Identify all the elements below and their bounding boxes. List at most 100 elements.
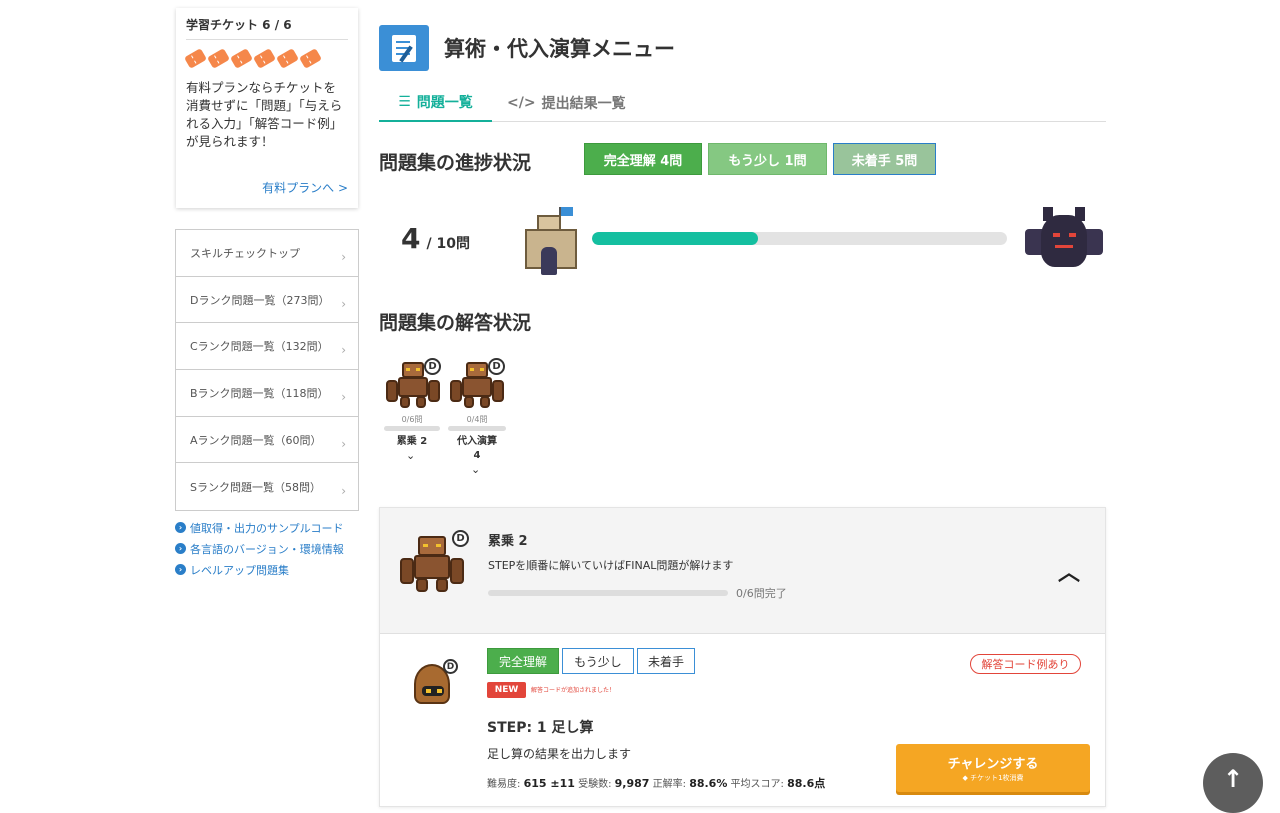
new-note: 解答コードが追加されました！ [531,687,616,694]
rank-d-badge: D [452,530,469,547]
arrow-circle-icon: › [175,564,186,575]
badge-untouched: 未着手 5問 [833,143,936,175]
ticket-icon [253,48,276,69]
castle-hero-image [519,207,583,277]
chevron-right-icon: › [341,249,346,264]
ticket-title: 学習チケット 6 / 6 [186,16,348,40]
chevron-right-icon: › [341,436,346,451]
nav-item-rank-b[interactable]: Bランク問題一覧（118問） › [176,370,358,417]
ticket-icon [184,48,207,69]
set-name-line1: 代入演算 [457,436,497,447]
stat-score-label: 平均スコア: [730,779,784,790]
ticket-note: 有料プランならチケットを消費せずに「問題」「与えられる入力」「解答コード例」が見… [186,80,343,149]
arrow-circle-icon: › [175,522,186,533]
chevron-up-icon[interactable]: ︿ [1054,556,1084,586]
status-complete-button[interactable]: 完全理解 [487,648,559,674]
nav-item-rank-a[interactable]: Aランク問題一覧（60問） › [176,417,358,464]
chevron-right-icon: › [341,296,346,311]
menu-notebook-icon [379,25,429,71]
nav-item-label: Sランク問題一覧（58問） [190,480,321,494]
arrow-circle-icon: › [175,543,186,554]
list-icon: ☰ [398,94,411,110]
set-progress-bar [384,426,440,431]
ticket-icon [299,48,322,69]
ticket-icons [184,48,348,69]
page-title: 算術・代入演算メニュー [444,37,675,61]
set-name[interactable]: 代入演算 4 [448,435,506,463]
status-almost-button[interactable]: もう少し [562,648,634,674]
tab-bar: ☰ 問題一覧 </> 提出結果一覧 [379,84,1106,122]
ticket-box: 学習チケット 6 / 6 有料プランならチケットを消費せずに「問題」「与えられる… [176,8,358,208]
answers-section-title: 問題集の解答状況 [379,312,532,334]
progress-done: 4 [401,222,421,255]
progress-bar [592,232,1007,245]
nav-item-label: Bランク問題一覧（118問） [190,386,329,400]
link-label: 値取得・出力のサンプルコード [190,521,344,535]
chevron-right-icon: › [341,389,346,404]
set-name[interactable]: 累乗 2 [384,435,440,449]
tab-results[interactable]: </> 提出結果一覧 [507,84,626,122]
stat-rate-label: 正解率: [652,779,686,790]
chevron-right-icon: › [341,343,346,358]
nav-item-rank-s[interactable]: Sランク問題一覧（58問） › [176,463,358,510]
challenge-ticket-note: ◆ チケット1枚消費 [962,774,1024,782]
rank-d-badge: D [424,358,441,375]
set-count: 0/4問 [466,415,488,424]
nav-item-rank-d[interactable]: Dランク問題一覧（273問） › [176,277,358,324]
demon-boss-image [1025,207,1103,271]
progress-bar-fill [592,232,758,245]
chevron-down-icon[interactable]: ⌄ [471,463,480,476]
link-levelup-problems[interactable]: › レベルアップ問題集 [175,559,344,580]
stat-difficulty: 615 ±11 [523,777,575,790]
status-untouched-button[interactable]: 未着手 [637,648,695,674]
step-title[interactable]: STEP: 1 足し算 [487,717,594,737]
code-icon: </> [507,95,536,111]
step-stats: 難易度: 615 ±11 受験数: 9,987 正解率: 88.6% 平均スコア… [487,775,825,791]
new-badge: NEW [487,682,526,698]
card-progress-text: 0/6問完了 [736,587,787,600]
challenge-label: チャレンジする [947,757,1039,772]
stat-takers: 9,987 [614,777,650,790]
link-label: レベルアップ問題集 [190,563,289,577]
rank-d-badge: D [488,358,505,375]
progress-section-title: 問題集の進捗状況 [379,152,532,174]
chevron-down-icon[interactable]: ⌄ [406,449,415,462]
stat-score: 88.6点 [787,777,826,790]
nav-item-label: スキルチェックトップ [190,246,300,260]
rank-nav: スキルチェックトップ › Dランク問題一覧（273問） › Cランク問題一覧（132… [175,229,359,512]
set-count: 0/6問 [401,415,423,424]
paid-plan-link[interactable]: 有料プランへ > [262,179,348,196]
set-name-line2: 4 [473,450,481,461]
link-label: 各言語のバージョン・環境情報 [190,542,344,556]
badge-almost: もう少し 1問 [708,143,827,175]
chevron-right-icon: › [341,483,346,498]
card-progress-bar [488,590,728,596]
ticket-icon [207,48,230,69]
tab-problems[interactable]: ☰ 問題一覧 [379,84,492,122]
progress-count: 4 / 10問 [401,222,470,255]
card-description: STEPを順番に解いていけばFINAL問題が解けます [488,559,734,572]
nav-item-label: Aランク問題一覧（60問） [190,433,322,447]
card-title: 累乗 2 [488,534,528,549]
link-language-versions[interactable]: › 各言語のバージョン・環境情報 [175,538,344,559]
tab-results-label: 提出結果一覧 [541,96,626,112]
progress-total: / 10問 [426,236,470,252]
nav-item-label: Dランク問題一覧（273問） [190,293,330,307]
ticket-icon [276,48,299,69]
scroll-to-top-button[interactable]: ↑ [1203,753,1263,813]
step-description: 足し算の結果を出力します [487,747,632,761]
tab-problems-label: 問題一覧 [416,95,473,111]
rank-d-badge: D [443,659,458,674]
badge-complete: 完全理解 4問 [584,143,702,175]
nav-item-rank-c[interactable]: Cランク問題一覧（132問） › [176,323,358,371]
stat-takers-label: 受験数: [578,779,612,790]
link-sample-code[interactable]: › 値取得・出力のサンプルコード [175,517,344,538]
challenge-button[interactable]: チャレンジする ◆ チケット1枚消費 [896,744,1090,792]
set-progress-bar [448,426,506,431]
help-links: › 値取得・出力のサンプルコード › 各言語のバージョン・環境情報 › レベルアップ問… [175,517,344,580]
nav-item-label: Cランク問題一覧（132問） [190,340,329,354]
stat-rate: 88.6% [689,777,728,790]
stat-difficulty-label: 難易度: [487,779,521,790]
nav-item-skillcheck-top[interactable]: スキルチェックトップ › [176,230,358,277]
card-header[interactable]: D 累乗 2 STEPを順番に解いていけばFINAL問題が解けます 0/6問完了… [380,508,1105,634]
